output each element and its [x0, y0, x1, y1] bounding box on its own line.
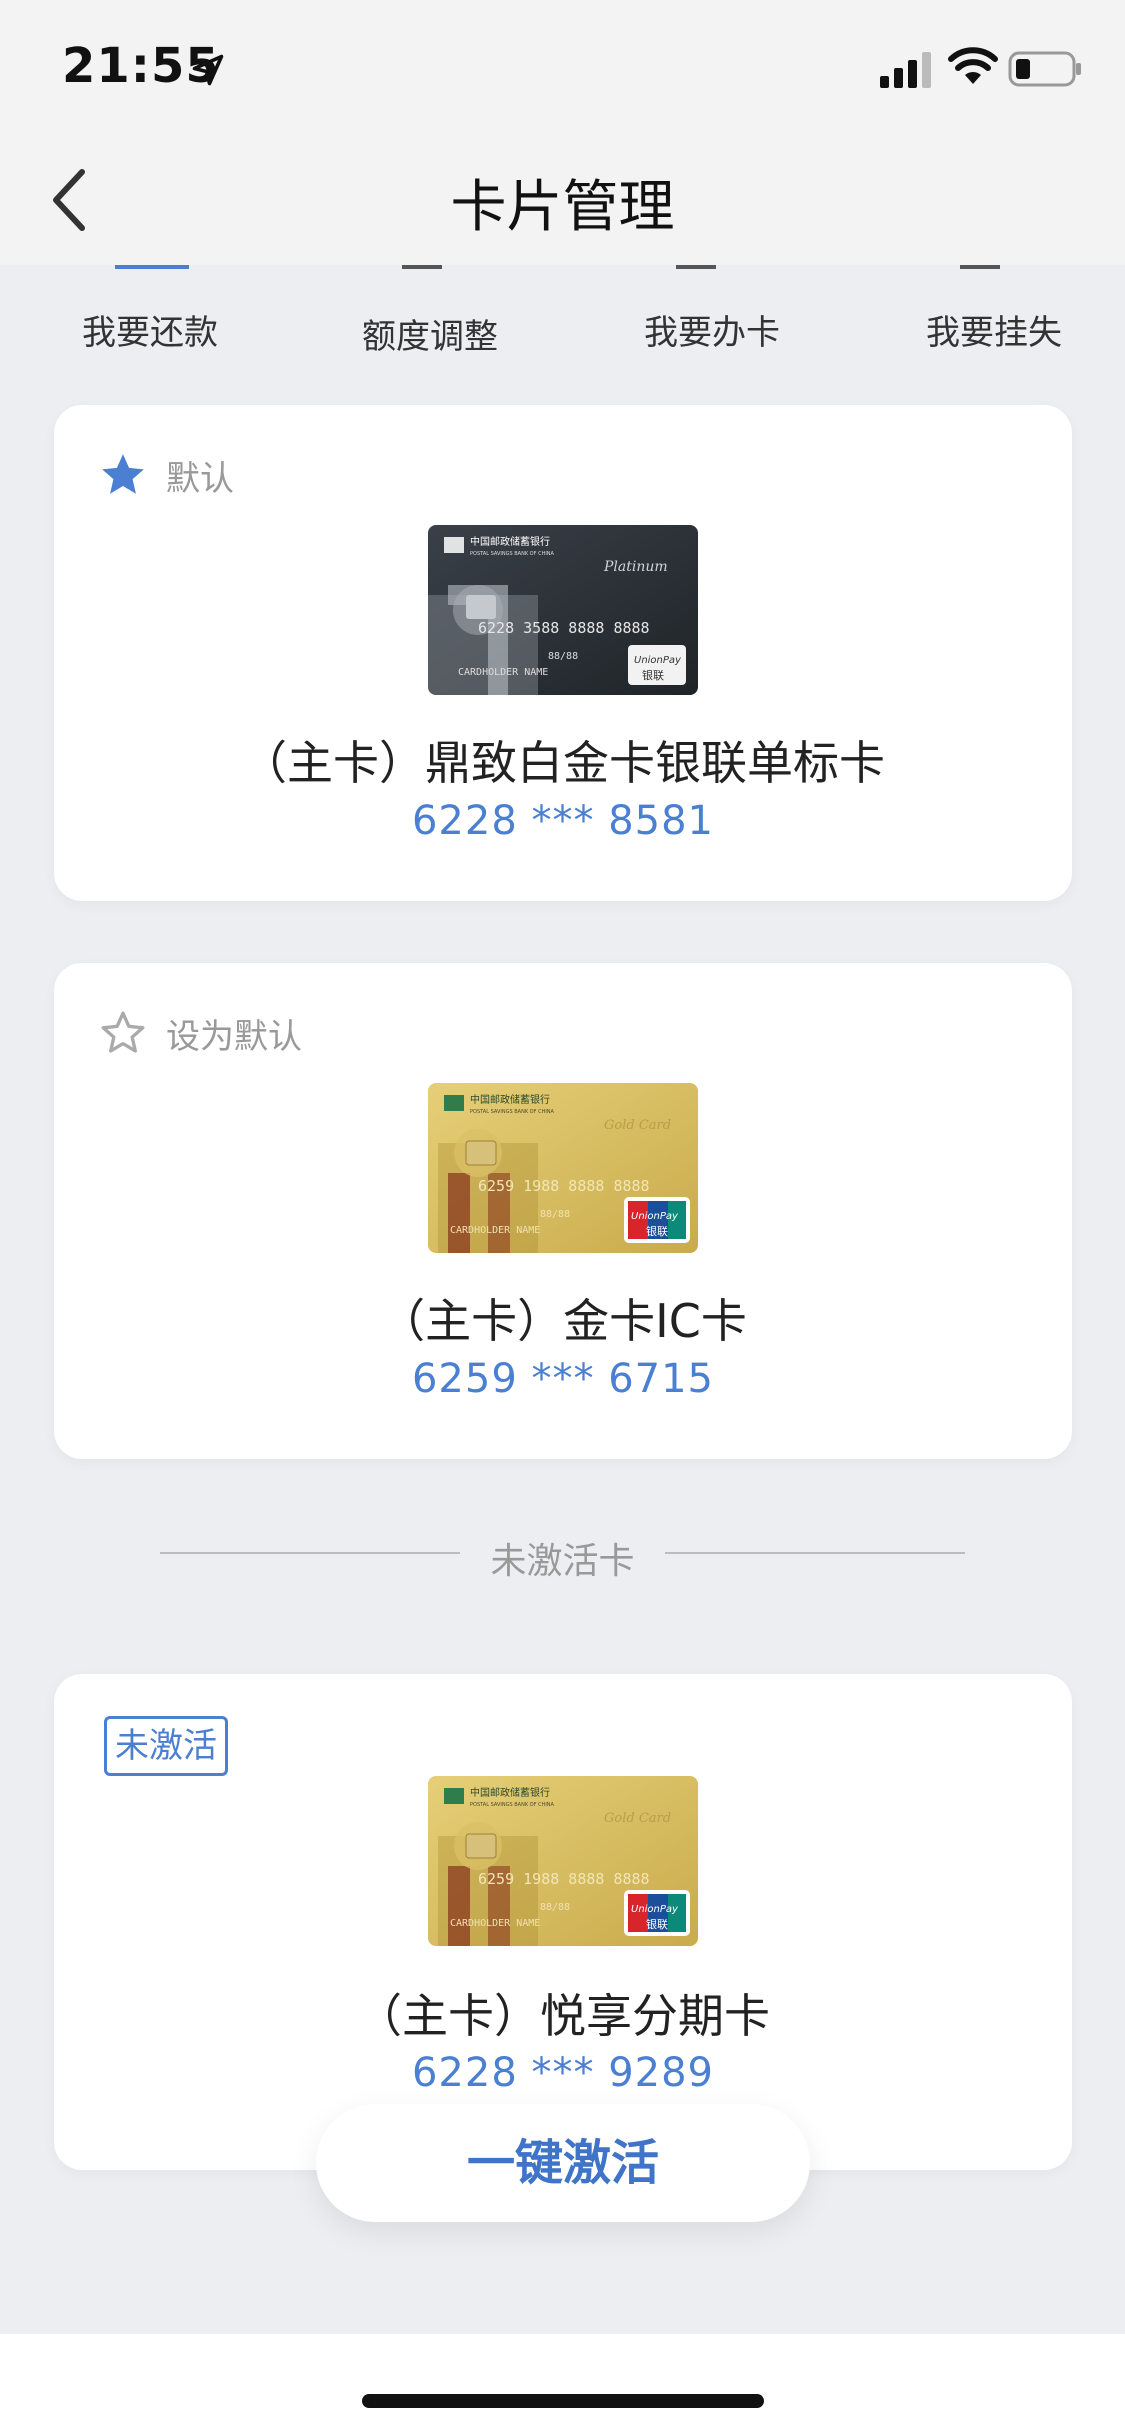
inactive-section-divider: 未激活卡 [0, 1530, 1125, 1590]
default-tag: 默认 [98, 445, 234, 505]
card-expiry: 88/88 [540, 1209, 570, 1220]
card-number-embossed: 6228 3588 8888 8888 [478, 619, 650, 637]
quick-action-icon-remnant [402, 265, 442, 269]
card-name: （主卡）悦享分期卡 [356, 1989, 770, 2043]
card-number: 6228 *** 8581 [411, 798, 715, 844]
card-image-gold: 中国邮政储蓄银行 POSTAL SAVINGS BANK OF CHINA Go… [428, 1776, 698, 1946]
inactive-badge: 未激活 [104, 1716, 228, 1776]
star-outline-icon [101, 1011, 145, 1053]
quick-action-icon-remnant [115, 265, 189, 269]
wifi-icon [948, 47, 998, 84]
quick-action-limit-adjust[interactable]: 额度调整 [300, 309, 560, 358]
card-number-embossed: 6259 1988 8888 8888 [478, 1870, 650, 1888]
card-number: 6259 *** 6715 [411, 1356, 715, 1402]
card-name: （主卡）鼎致白金卡银联单标卡 [241, 736, 885, 790]
card-network-cn: 银联 [642, 668, 664, 682]
quick-action-apply-card[interactable]: 我要办卡 [582, 305, 842, 354]
divider-label: 未激活卡 [490, 1541, 635, 1582]
battery-icon [1008, 51, 1081, 87]
card-image-gold: 中国邮政储蓄银行 POSTAL SAVINGS BANK OF CHINA Go… [428, 1083, 698, 1253]
cellular-signal-icon [880, 52, 931, 88]
card-name: （主卡）金卡IC卡 [379, 1294, 747, 1348]
home-indicator[interactable] [362, 2394, 764, 2408]
quick-action-repay[interactable]: 我要还款 [20, 305, 280, 354]
status-bar: 21:55 [0, 0, 1125, 140]
card-network-cn: 银联 [646, 1224, 668, 1238]
card-image-platinum: 中国邮政储蓄银行 POSTAL SAVINGS BANK OF CHINA Pl… [428, 525, 698, 695]
card-number: 6228 *** 9289 [411, 2050, 715, 2096]
quick-action-report-loss[interactable]: 我要挂失 [864, 305, 1124, 354]
divider-line [665, 1552, 965, 1554]
card-network: UnionPay [631, 1211, 679, 1222]
set-default-label: 设为默认 [166, 1016, 302, 1057]
quick-action-icon-remnant [960, 265, 1000, 269]
card-item-inactive[interactable]: 未激活 中国邮政储蓄银行 POSTAL SAVINGS BANK OF CHIN… [54, 1674, 1072, 2170]
nav-bar: 卡片管理 [0, 140, 1125, 265]
card-type-text: Gold Card [604, 1118, 671, 1133]
home-indicator-bar [0, 2334, 1125, 2436]
one-click-activate-button[interactable]: 一键激活 [316, 2104, 810, 2222]
card-bank-name: 中国邮政储蓄银行 [470, 535, 550, 548]
card-bank-name: 中国邮政储蓄银行 [470, 1093, 550, 1106]
card-network: UnionPay [634, 655, 682, 666]
page-title: 卡片管理 [450, 175, 675, 240]
card-network: UnionPay [631, 1904, 679, 1915]
card-holder: CARDHOLDER NAME [450, 1918, 540, 1929]
card-number-embossed: 6259 1988 8888 8888 [478, 1177, 650, 1195]
card-type-text: Platinum [603, 559, 668, 575]
set-default-action[interactable]: 设为默认 [98, 1003, 302, 1063]
star-filled-icon [102, 454, 144, 494]
card-holder: CARDHOLDER NAME [458, 667, 548, 678]
card-expiry: 88/88 [548, 651, 578, 662]
quick-action-icon-remnant [676, 265, 716, 269]
card-bank-name: 中国邮政储蓄银行 [470, 1786, 550, 1799]
card-item[interactable]: 默认 中国邮政储蓄银行 POSTAL SAVINGS BANK OF CHINA… [54, 405, 1072, 901]
card-type-text: Gold Card [604, 1811, 671, 1826]
card-network-cn: 银联 [646, 1917, 668, 1931]
location-arrow-icon [192, 54, 224, 86]
card-holder: CARDHOLDER NAME [450, 1225, 540, 1236]
quick-actions: 我要还款 额度调整 我要办卡 我要挂失 [0, 265, 1125, 385]
card-bank-name-en: POSTAL SAVINGS BANK OF CHINA [470, 1109, 555, 1115]
card-item[interactable]: 设为默认 中国邮政储蓄银行 POSTAL SAVINGS BANK OF CHI… [54, 963, 1072, 1459]
default-label: 默认 [166, 458, 234, 499]
card-bank-name-en: POSTAL SAVINGS BANK OF CHINA [470, 551, 555, 557]
card-expiry: 88/88 [540, 1902, 570, 1913]
card-bank-name-en: POSTAL SAVINGS BANK OF CHINA [470, 1802, 555, 1808]
